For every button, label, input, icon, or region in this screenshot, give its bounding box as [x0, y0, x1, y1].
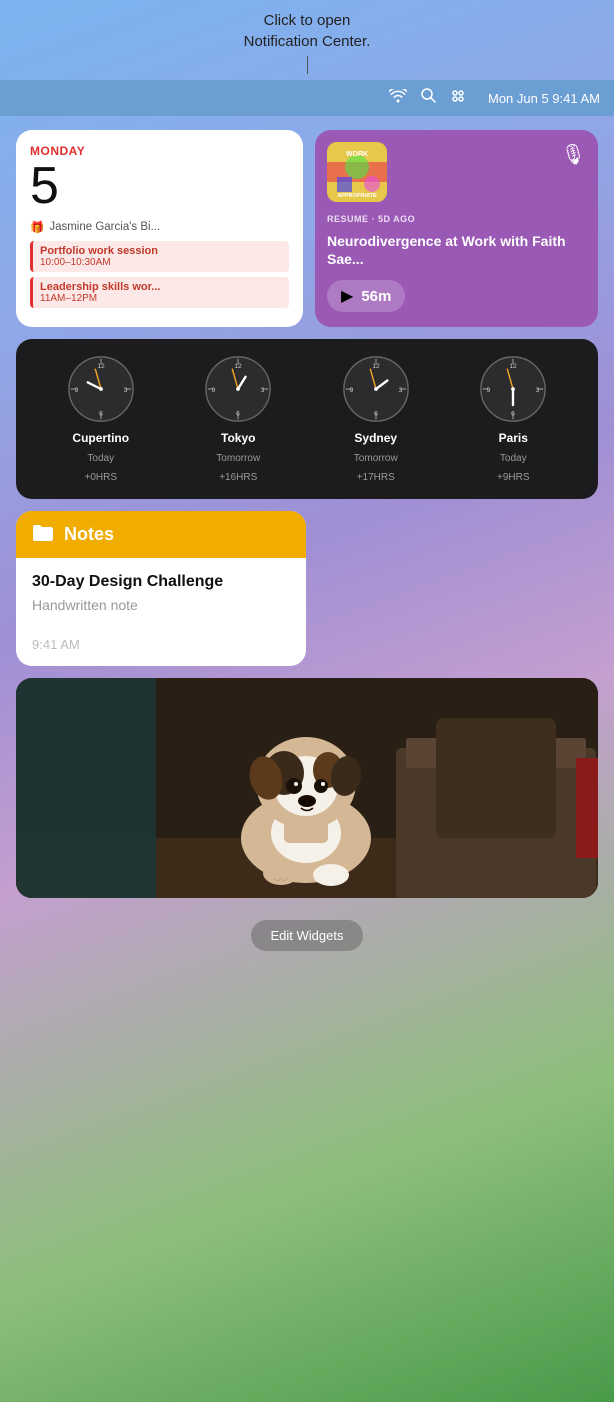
calendar-birthday: 🎁 Jasmine Garcia's Bi... — [30, 220, 289, 234]
tooltip-line2: Notification Center. — [20, 31, 594, 52]
calendar-widget[interactable]: MONDAY 5 🎁 Jasmine Garcia's Bi... Portfo… — [16, 130, 303, 327]
event-2-time: 11AM–12PM — [40, 293, 282, 304]
svg-text:12: 12 — [235, 363, 243, 370]
widgets-container: MONDAY 5 🎁 Jasmine Garcia's Bi... Portfo… — [0, 116, 614, 985]
svg-text:12: 12 — [97, 363, 105, 370]
svg-text:6: 6 — [511, 410, 515, 417]
svg-text:WORK: WORK — [346, 151, 368, 158]
notes-widget[interactable]: Notes 30-Day Design Challenge Handwritte… — [16, 511, 306, 666]
play-icon: ▶ — [341, 286, 353, 306]
notes-note-subtitle: Handwritten note — [32, 597, 290, 613]
birthday-icon: 🎁 — [30, 220, 44, 234]
edit-widgets-row: Edit Widgets — [16, 910, 598, 971]
clock-city-offset-cupertino: +0HRS — [84, 472, 117, 483]
podcast-artwork: WORK APPROPRIATE — [327, 142, 387, 202]
notes-note-title: 30-Day Design Challenge — [32, 572, 290, 593]
clock-face-tokyo: 12 3 6 9 — [204, 355, 272, 423]
clock-city-day-cupertino: Today — [87, 453, 114, 464]
notes-note-time: 9:41 AM — [32, 637, 290, 652]
menubar: Mon Jun 5 9:41 AM — [0, 80, 614, 116]
clock-city-name-cupertino: Cupertino — [72, 431, 129, 445]
calendar-event-1[interactable]: Portfolio work session 10:00–10:30AM — [30, 241, 289, 272]
clock-face-cupertino: 12 3 6 9 — [67, 355, 135, 423]
calendar-event-2[interactable]: Leadership skills wor... 11AM–12PM — [30, 277, 289, 308]
podcast-art-inner: WORK APPROPRIATE — [327, 142, 387, 202]
event-2-title: Leadership skills wor... — [40, 281, 282, 293]
podcasts-app-icon: 🎙 — [561, 142, 586, 167]
photo-widget[interactable] — [16, 678, 598, 898]
clock-cupertino: 12 3 6 9 Cupertino Today +0HRS — [67, 355, 135, 483]
dog-image — [16, 678, 598, 898]
clock-city-offset-paris: +9HRS — [497, 472, 530, 483]
top-widget-row: MONDAY 5 🎁 Jasmine Garcia's Bi... Portfo… — [16, 130, 598, 327]
clock-city-name-tokyo: Tokyo — [221, 431, 255, 445]
svg-text:9: 9 — [74, 387, 78, 394]
svg-text:9: 9 — [212, 387, 216, 394]
photo-dog-scene — [16, 678, 598, 898]
clock-tokyo: 12 3 6 9 Tokyo Tomorrow +16HRS — [204, 355, 272, 483]
podcast-title: Neurodivergence at Work with Faith Sae..… — [327, 232, 586, 268]
birthday-text: Jasmine Garcia's Bi... — [49, 221, 160, 233]
podcast-resume-label: RESUME · 5D AGO — [327, 214, 586, 224]
notes-folder-icon — [32, 523, 54, 546]
clock-city-offset-sydney: +17HRS — [357, 472, 395, 483]
event-1-title: Portfolio work session — [40, 245, 282, 257]
podcast-duration: 56m — [361, 288, 391, 305]
clock-paris: 12 3 6 9 Paris Today +9HRS — [479, 355, 547, 483]
notes-header: Notes — [16, 511, 306, 558]
svg-text:9: 9 — [487, 387, 491, 394]
clock-city-day-tokyo: Tomorrow — [216, 453, 260, 464]
clock-city-offset-tokyo: +16HRS — [219, 472, 257, 483]
podcast-widget[interactable]: WORK APPROPRIATE 🎙 RESUME · 5D AGO Neuro… — [315, 130, 598, 327]
calendar-day-label: MONDAY — [30, 144, 289, 158]
notes-body: 30-Day Design Challenge Handwritten note… — [16, 558, 306, 666]
svg-text:6: 6 — [236, 410, 240, 417]
event-1-time: 10:00–10:30AM — [40, 257, 282, 268]
svg-text:3: 3 — [261, 387, 265, 394]
notes-app-title: Notes — [64, 524, 114, 545]
svg-text:6: 6 — [99, 410, 103, 417]
clock-city-day-paris: Today — [500, 453, 527, 464]
svg-text:12: 12 — [372, 363, 380, 370]
podcast-play-button[interactable]: ▶ 56m — [327, 280, 405, 312]
menubar-datetime: Mon Jun 5 9:41 AM — [488, 91, 600, 106]
tooltip-line1: Click to open — [20, 10, 594, 31]
clock-city-name-sydney: Sydney — [354, 431, 397, 445]
menubar-system-icons — [389, 88, 466, 109]
search-icon[interactable] — [421, 88, 436, 108]
svg-text:6: 6 — [374, 410, 378, 417]
svg-text:APPROPRIATE: APPROPRIATE — [337, 193, 377, 199]
calendar-date: 5 — [30, 160, 289, 212]
wifi-icon[interactable] — [389, 89, 407, 108]
edit-widgets-button[interactable]: Edit Widgets — [251, 920, 364, 951]
svg-text:3: 3 — [398, 387, 402, 394]
clock-sydney: 12 3 6 9 Sydney Tomorrow +17HRS — [342, 355, 410, 483]
notification-center-tooltip: Click to open Notification Center. — [0, 0, 614, 80]
clock-face-sydney: 12 3 6 9 — [342, 355, 410, 423]
clock-face-paris: 12 3 6 9 — [479, 355, 547, 423]
clock-city-name-paris: Paris — [499, 431, 528, 445]
clock-city-day-sydney: Tomorrow — [354, 453, 398, 464]
tooltip-arrow-line — [307, 56, 308, 74]
svg-text:3: 3 — [123, 387, 127, 394]
control-center-icon[interactable] — [450, 88, 466, 109]
svg-text:12: 12 — [510, 363, 518, 370]
svg-text:3: 3 — [536, 387, 540, 394]
svg-text:9: 9 — [349, 387, 353, 394]
podcast-top-row: WORK APPROPRIATE 🎙 — [327, 142, 586, 202]
world-clock-widget[interactable]: 12 3 6 9 Cupertino Today +0HRS — [16, 339, 598, 499]
